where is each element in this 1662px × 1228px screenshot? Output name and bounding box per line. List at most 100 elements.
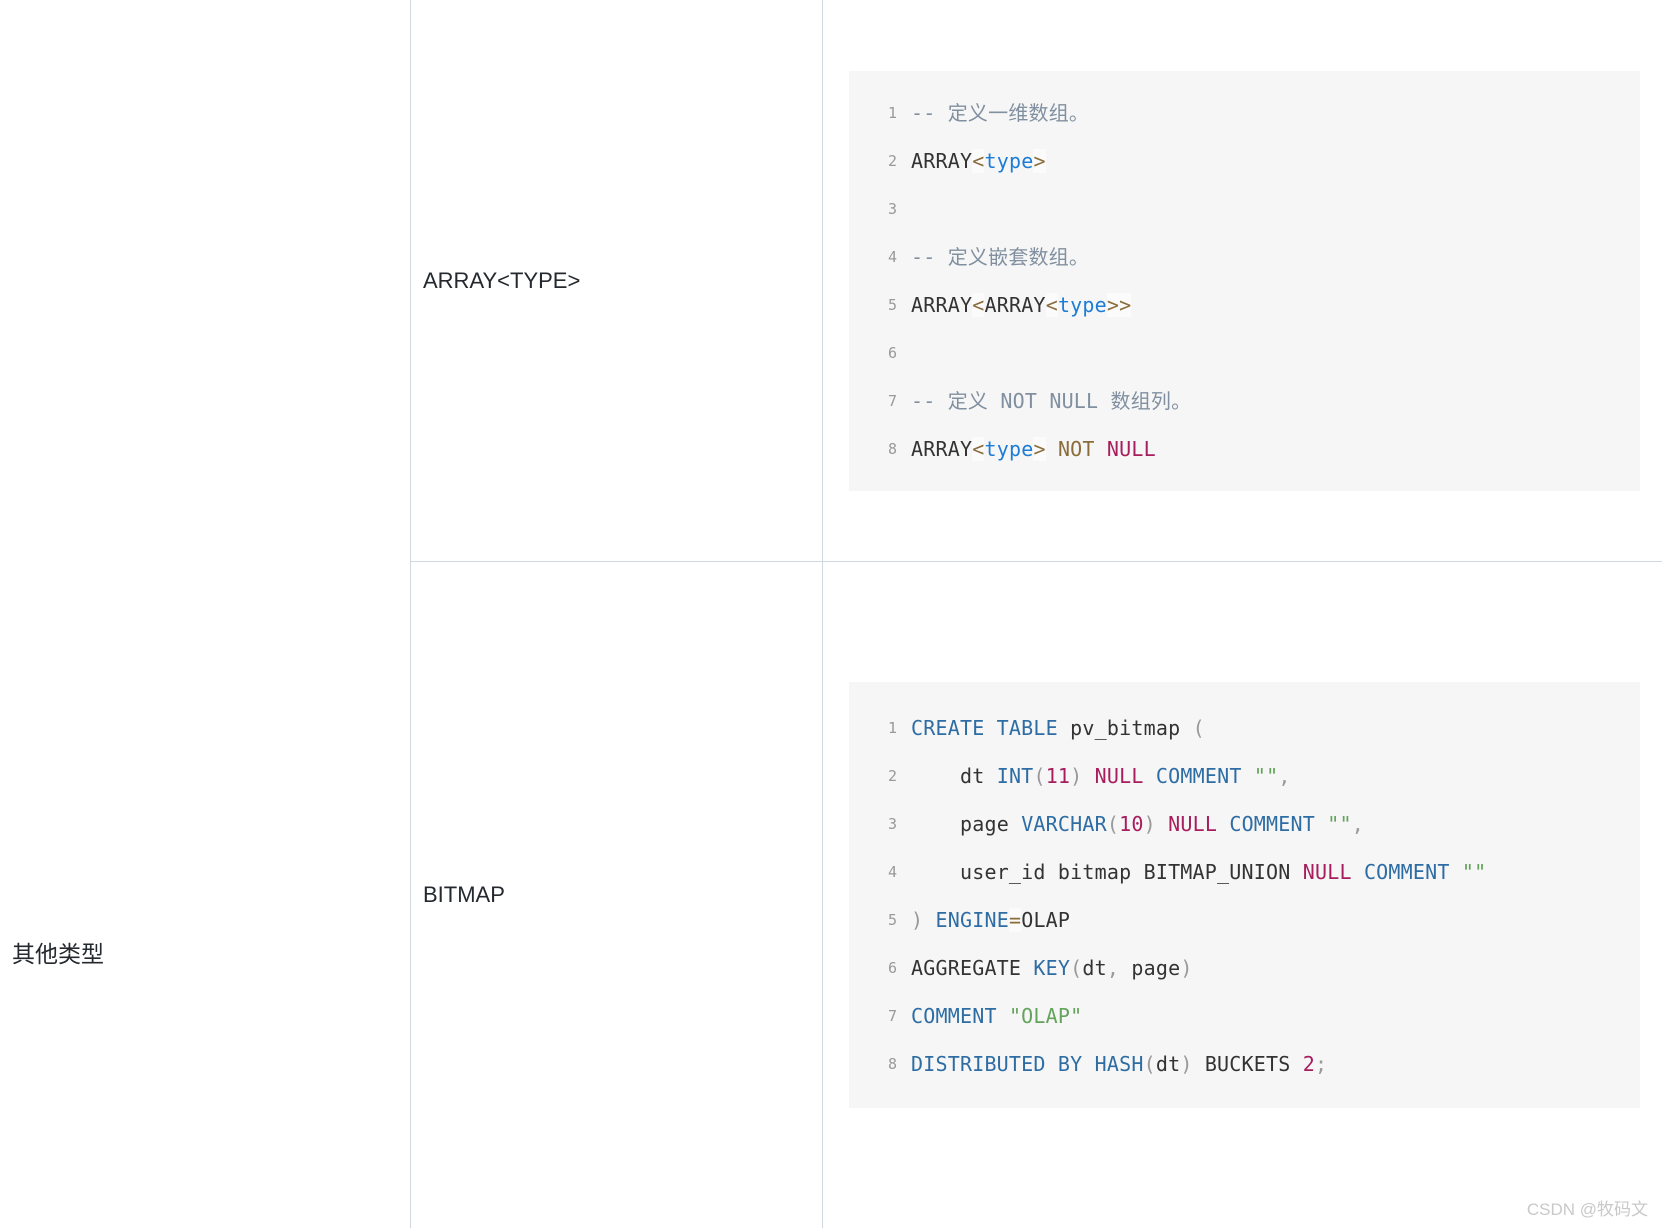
code-line: 1 -- 定义一维数组。: [849, 89, 1624, 137]
code-token: ,: [1278, 764, 1291, 788]
type-name-label: ARRAY<TYPE>: [423, 267, 581, 293]
code-token: ): [911, 908, 924, 932]
code-token: INT: [996, 764, 1034, 788]
code-text: ) ENGINE=OLAP: [911, 896, 1624, 944]
code-line: 2 dt INT(11) NULL COMMENT "",: [849, 752, 1624, 800]
code-text: COMMENT "OLAP": [911, 992, 1624, 1040]
code-token: dt: [911, 764, 997, 788]
code-token: type: [1057, 292, 1107, 317]
code-token: NULL: [1302, 860, 1352, 884]
code-token: page: [1119, 956, 1181, 980]
code-token: type: [984, 436, 1034, 461]
code-token: NOT: [1057, 436, 1095, 461]
code-token: pv_bitmap: [1057, 716, 1193, 740]
code-token: COMMENT: [1229, 812, 1316, 836]
line-number: 7: [887, 391, 897, 410]
code-token: ,: [1106, 956, 1120, 980]
code-text: AGGREGATE KEY(dt, page): [911, 944, 1624, 992]
code-line: 8 DISTRIBUTED BY HASH(dt) BUCKETS 2;: [849, 1040, 1624, 1088]
type-name-label: BITMAP: [423, 882, 505, 907]
code-text: page VARCHAR(10) NULL COMMENT "",: [911, 800, 1624, 848]
code-token: user_id bitmap BITMAP_UNION: [911, 860, 1303, 884]
code-text: -- 定义嵌套数组。: [911, 233, 1624, 281]
code-token: VARCHAR: [1021, 812, 1107, 836]
line-number: 3: [887, 199, 897, 218]
line-number: 6: [887, 959, 897, 977]
code-text: ARRAY<ARRAY<type>>: [911, 281, 1624, 329]
code-line: 4 user_id bitmap BITMAP_UNION NULL COMME…: [849, 848, 1624, 896]
code-token: -- 定义 NOT NULL 数组列。: [911, 388, 1192, 413]
line-number: 8: [887, 439, 897, 458]
code-token: NULL: [1094, 764, 1144, 788]
category-label: 其他类型: [12, 941, 104, 967]
line-number: 3: [887, 815, 897, 833]
code-token: >: [1033, 148, 1046, 173]
code-token: <: [972, 292, 985, 317]
code-token: type: [984, 148, 1034, 173]
code-example-cell: 1 CREATE TABLE pv_bitmap (2 dt INT(11) NU…: [823, 562, 1662, 1228]
code-token: ENGINE: [935, 908, 1009, 932]
code-token: COMMENT: [1363, 860, 1450, 884]
code-token: KEY: [1033, 956, 1071, 980]
code-line: 5 ARRAY<ARRAY<type>>: [849, 281, 1624, 329]
type-rows-column: ARRAY<TYPE> 1 -- 定义一维数组。 2 ARRAY<type> 3 4 -- …: [410, 0, 1662, 1228]
code-token: <: [972, 148, 985, 173]
code-token: (: [1070, 956, 1083, 980]
code-block-bitmap[interactable]: 1 CREATE TABLE pv_bitmap (2 dt INT(11) NU…: [849, 682, 1640, 1108]
code-token: ): [1180, 956, 1193, 980]
line-number: 5: [887, 295, 897, 314]
code-text: dt INT(11) NULL COMMENT "",: [911, 752, 1624, 800]
line-number: 7: [887, 1007, 897, 1025]
line-number: 8: [887, 1055, 897, 1073]
code-token: page: [911, 812, 1022, 836]
code-line: 7 -- 定义 NOT NULL 数组列。: [849, 377, 1624, 425]
code-line: 3 page VARCHAR(10) NULL COMMENT "",: [849, 800, 1624, 848]
code-line: 3: [849, 185, 1624, 233]
code-token: COMMENT: [911, 1004, 997, 1028]
code-token: <: [972, 436, 985, 461]
code-token: (: [1143, 1052, 1156, 1076]
code-token: >: [1033, 436, 1046, 461]
code-token: -- 定义一维数组。: [911, 100, 1090, 125]
code-token: "OLAP": [1008, 1004, 1083, 1028]
code-token: dt: [1082, 956, 1107, 980]
line-number: 2: [887, 151, 897, 170]
code-token: ,: [1351, 812, 1364, 836]
code-token: -- 定义嵌套数组。: [911, 244, 1090, 269]
code-text: -- 定义 NOT NULL 数组列。: [911, 377, 1624, 425]
table-row: BITMAP 1 CREATE TABLE pv_bitmap (2 dt INT…: [411, 562, 1662, 1228]
code-token: (: [1192, 716, 1205, 740]
code-token: ARRAY: [911, 148, 973, 173]
code-token: 10: [1119, 812, 1144, 836]
code-token: CREATE TABLE: [911, 716, 1058, 740]
code-token: ): [1143, 812, 1156, 836]
code-token: NULL: [1106, 436, 1156, 461]
code-line: 6 AGGREGATE KEY(dt, page): [849, 944, 1624, 992]
code-token: "": [1253, 764, 1279, 788]
table-row: ARRAY<TYPE> 1 -- 定义一维数组。 2 ARRAY<type> 3 4 -- …: [411, 0, 1662, 562]
code-token: dt: [1155, 1052, 1181, 1076]
code-token: BUCKETS: [1192, 1052, 1303, 1076]
code-token: ARRAY: [911, 292, 973, 317]
code-token: =: [1008, 908, 1022, 932]
code-text: CREATE TABLE pv_bitmap (: [911, 704, 1624, 752]
code-token: "": [1327, 812, 1352, 836]
code-token: AGGREGATE: [911, 956, 1034, 980]
code-token: 2: [1302, 1052, 1315, 1076]
code-line: 5) ENGINE=OLAP: [849, 896, 1624, 944]
code-text: ARRAY<type> NOT NULL: [911, 425, 1624, 473]
data-types-table: 其他类型 ARRAY<TYPE> 1 -- 定义一维数组。 2 ARRAY<type>…: [0, 0, 1662, 1228]
line-number: 1: [887, 719, 897, 737]
code-token: ARRAY: [911, 436, 973, 461]
code-block-array[interactable]: 1 -- 定义一维数组。 2 ARRAY<type> 3 4 -- 定义嵌套数组。 5 ARRA…: [849, 70, 1640, 491]
code-token: (: [1033, 764, 1046, 788]
